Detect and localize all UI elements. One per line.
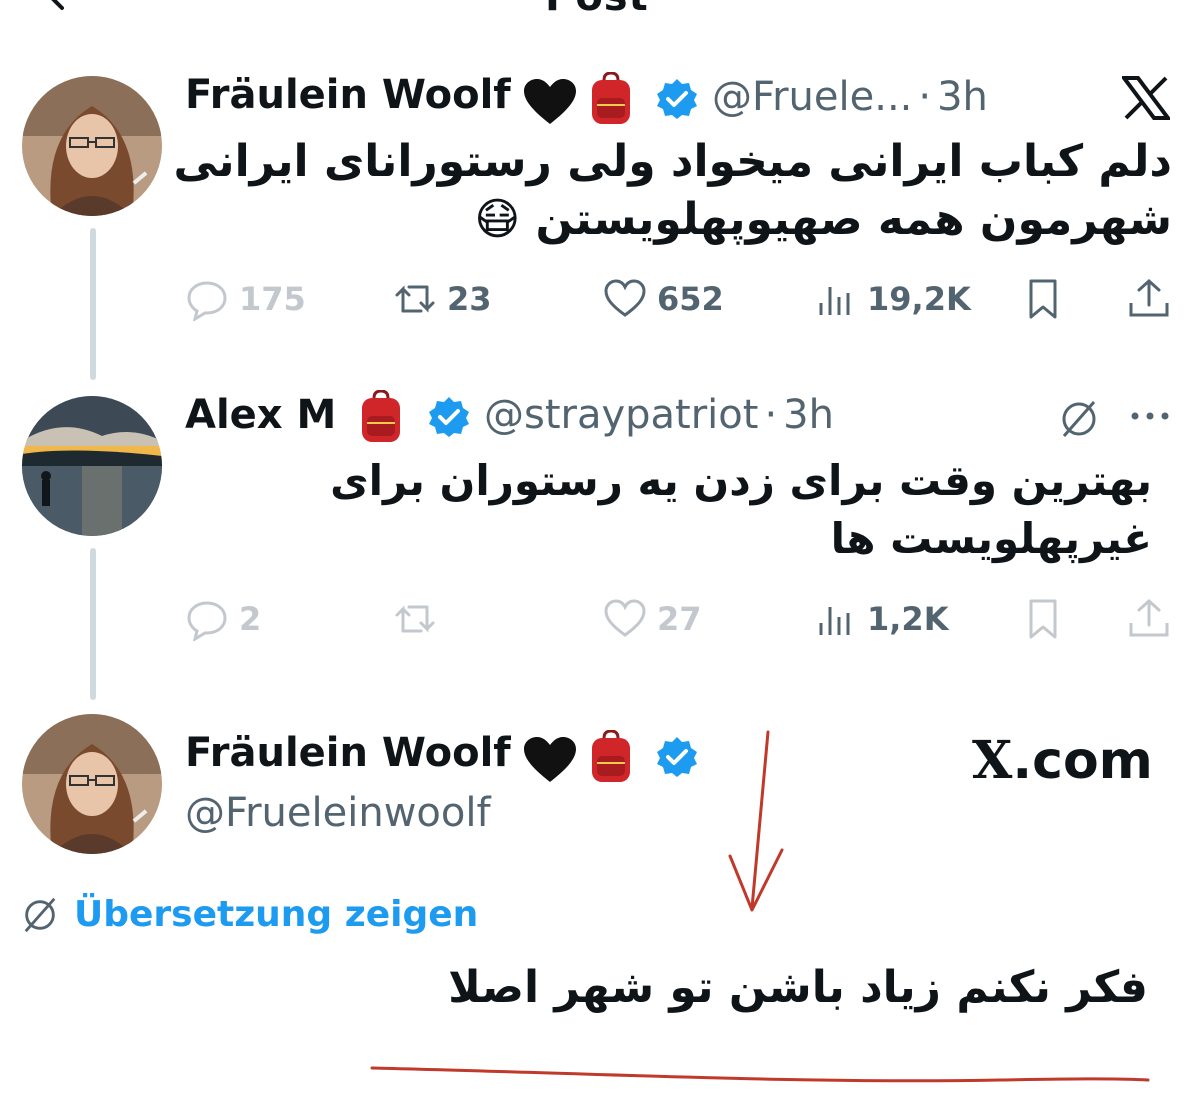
annotation-arrow-head (728, 848, 784, 912)
thread-line (90, 228, 96, 380)
timestamp[interactable]: 3h (937, 74, 988, 120)
x-com-watermark: X.com (972, 730, 1153, 791)
top-bar: Post (0, 0, 1200, 20)
like-icon (604, 279, 646, 317)
like-icon (604, 599, 646, 637)
views-count: 1,2K (867, 600, 949, 638)
avatar[interactable] (22, 76, 162, 216)
verified-badge-icon (657, 737, 697, 777)
tweet-text-line: شهرمون همه صهیوپهلویستن 😷 (474, 194, 1172, 245)
translate-label[interactable]: Übersetzung zeigen (74, 894, 478, 935)
black-heart-emoji-icon (524, 737, 576, 782)
back-arrow-icon[interactable] (36, 0, 76, 16)
reply-count: 175 (239, 280, 306, 318)
reply-icon (187, 281, 227, 321)
bookmark-button[interactable] (1021, 274, 1065, 324)
bookmark-icon (1029, 599, 1057, 639)
reply-icon (187, 601, 227, 641)
views-icon (819, 287, 850, 315)
watermark-domain: .com (1012, 731, 1153, 791)
tweet-text-line: بهترین وقت برای زدن یه رستوران برای (330, 456, 1152, 505)
tweet-actions: 2 27 1,2K (185, 594, 1175, 644)
share-button[interactable] (1127, 274, 1171, 324)
handle[interactable]: @Fruele... (712, 74, 912, 120)
share-icon (1129, 278, 1169, 317)
reply-count: 2 (239, 600, 262, 638)
handle[interactable]: @Frueleinwoolf (185, 790, 491, 836)
display-name[interactable]: Fräulein Woolf (185, 72, 511, 118)
tweet-text-line: غیرپهلویست ها (830, 514, 1152, 563)
tweet-text-line: فکر نکنم زیاد باشن تو شهر اصلا (448, 962, 1148, 1013)
views-icon (819, 607, 850, 635)
thread-line (90, 548, 96, 700)
views-count: 19,2K (867, 280, 971, 318)
tweet-meta: @Fruele... · 3h (712, 74, 988, 120)
share-button[interactable] (1127, 594, 1171, 644)
page-title: Post (545, 0, 649, 20)
grok-icon[interactable] (1058, 398, 1100, 440)
views-button[interactable]: 19,2K (813, 274, 971, 324)
views-button[interactable]: 1,2K (813, 594, 948, 644)
tweet-text-line: دلم کباب ایرانی میخواد ولی رستورانای ایر… (173, 136, 1172, 187)
repost-count: 23 (447, 280, 492, 318)
annotation-arrow-shaft (750, 730, 770, 910)
display-name[interactable]: Fräulein Woolf (185, 730, 511, 776)
reply-button[interactable]: 175 (185, 274, 306, 324)
like-button[interactable]: 652 (603, 274, 724, 324)
share-icon (1129, 598, 1169, 637)
tweet-meta: @straypatriot · 3h (484, 392, 834, 438)
avatar[interactable] (22, 714, 162, 854)
translate-globe-icon (24, 897, 56, 932)
x-logo-icon[interactable] (1122, 76, 1170, 120)
repost-icon (395, 285, 435, 313)
verified-badge-icon (657, 79, 697, 119)
backpack-emoji-icon (592, 72, 630, 124)
watermark-x: X (972, 730, 1013, 791)
verified-badge-icon (429, 397, 469, 437)
bookmark-button[interactable] (1021, 594, 1065, 644)
timestamp[interactable]: 3h (783, 392, 834, 438)
display-name[interactable]: Alex M (185, 392, 336, 438)
like-count: 27 (657, 600, 702, 638)
show-translation-link[interactable]: Übersetzung zeigen (20, 894, 478, 935)
more-icon[interactable] (1128, 404, 1172, 428)
black-heart-emoji-icon (524, 79, 576, 124)
repost-icon (395, 605, 435, 633)
reply-button[interactable]: 2 (185, 594, 261, 644)
annotation-underline (370, 1066, 1150, 1083)
handle[interactable]: @straypatriot (484, 392, 758, 438)
avatar[interactable] (22, 396, 162, 536)
backpack-emoji-icon (592, 730, 630, 782)
bookmark-icon (1029, 279, 1057, 319)
repost-button[interactable] (393, 594, 437, 644)
repost-button[interactable]: 23 (393, 274, 492, 324)
backpack-emoji-icon (362, 390, 400, 442)
tweet-actions: 175 23 652 19,2K (185, 274, 1175, 324)
like-button[interactable]: 27 (603, 594, 702, 644)
like-count: 652 (657, 280, 724, 318)
